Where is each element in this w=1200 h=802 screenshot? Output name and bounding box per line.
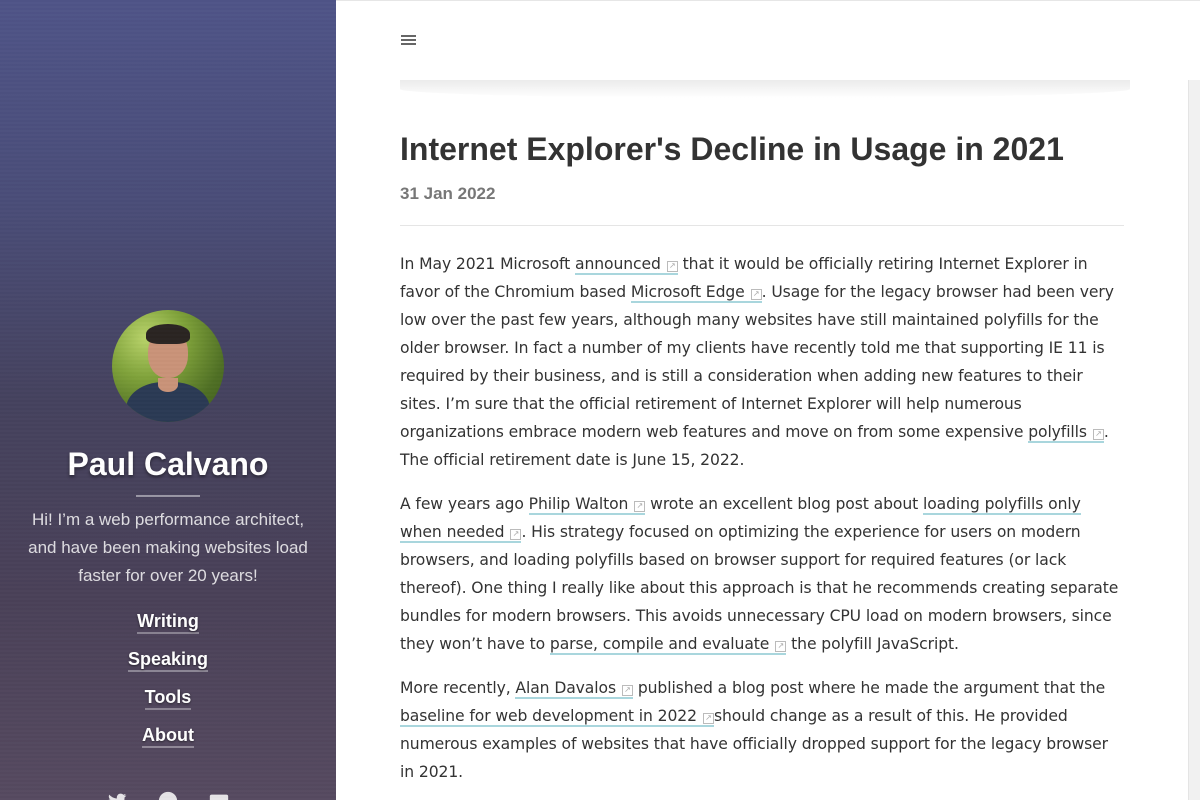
paragraph-3: More recently, Alan Davalos ↗ published a…: [400, 674, 1126, 786]
nav-item-speaking[interactable]: Speaking: [0, 644, 336, 682]
avatar[interactable]: [112, 310, 224, 422]
hamburger-menu-icon[interactable]: [401, 35, 416, 47]
nav-item-about[interactable]: About: [0, 720, 336, 758]
site-bio: Hi! I’m a web performance architect, and…: [28, 510, 308, 585]
paragraph-2: A few years ago Philip Walton ↗ wrote an …: [400, 490, 1126, 658]
text: . Usage for the legacy browser had been …: [400, 283, 1114, 441]
text: More recently,: [400, 679, 516, 697]
header-shadow: [400, 80, 1130, 98]
post-divider: [400, 225, 1124, 226]
nav-item-label: Writing: [137, 611, 199, 634]
external-link-icon: ↗: [621, 685, 633, 696]
paragraph-1: In May 2021 Microsoft announced ↗ that it…: [400, 250, 1126, 474]
twitter-icon[interactable]: [106, 790, 128, 800]
link-microsoft-edge[interactable]: Microsoft Edge ↗: [630, 283, 762, 303]
scrollbar[interactable]: [1188, 80, 1200, 800]
social-links: [0, 790, 336, 800]
nav-item-writing[interactable]: Writing: [0, 606, 336, 644]
link-text: parse, compile and evaluate: [549, 635, 770, 653]
external-link-icon: ↗: [775, 641, 787, 652]
external-link-icon: ↗: [510, 529, 522, 540]
nav-item-label: About: [142, 725, 194, 748]
link-text: baseline for web development in 2022: [400, 707, 697, 725]
text: wrote an excellent blog post about: [645, 495, 923, 513]
link-alan-davalos[interactable]: Alan Davalos ↗: [515, 679, 633, 699]
text: published a blog post where he made the …: [632, 679, 1106, 697]
link-polyfills[interactable]: polyfills ↗: [1028, 423, 1104, 443]
nav-item-label: Speaking: [127, 649, 209, 672]
link-philip-walton[interactable]: Philip Walton ↗: [528, 495, 646, 515]
link-text: Alan Davalos: [515, 679, 616, 697]
title-divider: [136, 495, 200, 497]
text: A few years ago: [400, 495, 529, 513]
external-link-icon: ↗: [1092, 429, 1104, 440]
link-text: Microsoft Edge: [630, 283, 745, 301]
nav-item-label: Tools: [144, 687, 192, 710]
sidebar-nav: Writing Speaking Tools About: [0, 606, 336, 758]
email-icon[interactable]: [208, 790, 230, 800]
avatar-neck: [158, 378, 178, 392]
link-baseline-2022[interactable]: baseline for web development in 2022 ↗: [400, 707, 714, 727]
sidebar: Paul Calvano Hi! I’m a web performance a…: [0, 0, 336, 800]
text: In May 2021 Microsoft: [400, 255, 575, 273]
external-link-icon: ↗: [750, 289, 762, 300]
link-announced[interactable]: announced ↗: [575, 255, 678, 275]
post-content: In May 2021 Microsoft announced ↗ that it…: [400, 250, 1126, 802]
link-text: announced: [575, 255, 661, 273]
top-bar: [336, 0, 1200, 81]
link-parse-compile-evaluate[interactable]: parse, compile and evaluate ↗: [549, 635, 787, 655]
external-link-icon: ↗: [666, 261, 678, 272]
external-link-icon: ↗: [634, 501, 646, 512]
post-title: Internet Explorer's Decline in Usage in …: [400, 131, 1064, 167]
nav-item-tools[interactable]: Tools: [0, 682, 336, 720]
github-icon[interactable]: [157, 790, 179, 800]
external-link-icon: ↗: [702, 713, 714, 724]
text: the polyfill JavaScript.: [786, 635, 959, 653]
link-text: polyfills: [1028, 423, 1087, 441]
post-date: 31 Jan 2022: [400, 184, 496, 203]
avatar-hair: [146, 324, 190, 344]
site-title[interactable]: Paul Calvano: [0, 446, 336, 483]
link-text: Philip Walton: [528, 495, 629, 513]
